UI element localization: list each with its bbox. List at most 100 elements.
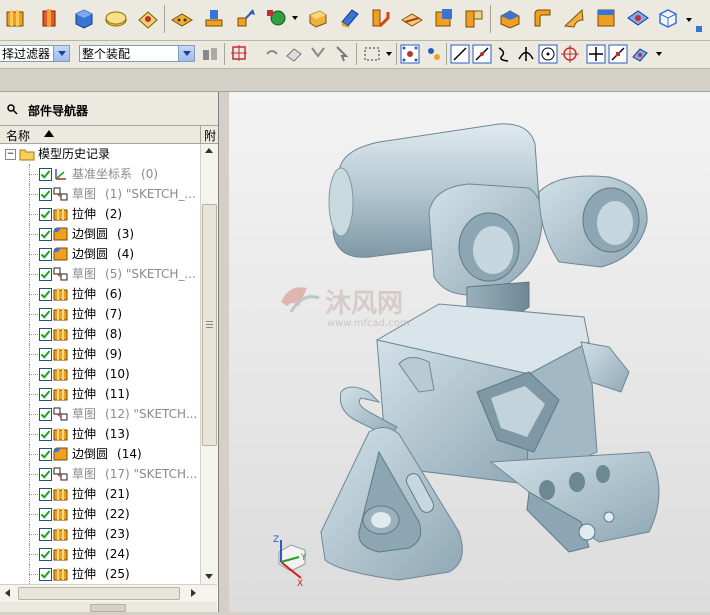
- tree-row[interactable]: 草图 (5) "SKETCH_...: [0, 264, 200, 284]
- scroll-thumb[interactable]: [202, 204, 217, 446]
- tree-root[interactable]: − 模型历史记录: [0, 144, 200, 164]
- visibility-checkbox[interactable]: [39, 528, 52, 541]
- type-filter-select[interactable]: 择过滤器: [0, 45, 70, 62]
- cylinder-icon[interactable]: [38, 6, 62, 30]
- visibility-checkbox[interactable]: [39, 448, 52, 461]
- chamfer-icon[interactable]: [338, 6, 362, 30]
- tree-row[interactable]: 拉伸 (8): [0, 324, 200, 344]
- scroll-down-icon[interactable]: [205, 574, 213, 579]
- visibility-checkbox[interactable]: [39, 288, 52, 301]
- tree-row[interactable]: 草图 (1) "SKETCH_...: [0, 184, 200, 204]
- tree-row[interactable]: 草图 (12) "SKETCH...: [0, 404, 200, 424]
- scroll-up-icon[interactable]: [205, 148, 213, 153]
- visibility-checkbox[interactable]: [39, 168, 52, 181]
- tree-row[interactable]: 拉伸 (9): [0, 344, 200, 364]
- thicken-icon[interactable]: [462, 6, 486, 30]
- box-feature-icon[interactable]: [306, 6, 330, 30]
- tree-row[interactable]: 拉伸 (25): [0, 564, 200, 584]
- tree-row[interactable]: 拉伸 (22): [0, 504, 200, 524]
- visibility-checkbox[interactable]: [39, 568, 52, 581]
- control-point-icon[interactable]: [494, 44, 514, 64]
- tree-row[interactable]: 拉伸 (24): [0, 544, 200, 564]
- scroll-left-icon[interactable]: [5, 589, 10, 597]
- visibility-checkbox[interactable]: [39, 408, 52, 421]
- dropdown-arrow-icon[interactable]: [656, 52, 662, 56]
- horizontal-scrollbar[interactable]: [0, 584, 217, 602]
- tree-row[interactable]: 拉伸 (2): [0, 204, 200, 224]
- point-icon[interactable]: [264, 6, 288, 30]
- shell-icon[interactable]: [368, 6, 392, 30]
- tree-row[interactable]: 拉伸 (13): [0, 424, 200, 444]
- end-point-icon[interactable]: [450, 44, 470, 64]
- tree-row[interactable]: 拉伸 (6): [0, 284, 200, 304]
- visibility-checkbox[interactable]: [39, 508, 52, 521]
- assembly-filter-icon[interactable]: [200, 44, 220, 64]
- dropdown-arrow-icon[interactable]: [386, 52, 392, 56]
- datum-icon[interactable]: [202, 6, 226, 30]
- mid-point-icon[interactable]: [472, 44, 492, 64]
- scroll-right-icon[interactable]: [191, 589, 196, 597]
- visibility-checkbox[interactable]: [39, 428, 52, 441]
- visibility-checkbox[interactable]: [39, 368, 52, 381]
- move-icon[interactable]: [234, 6, 258, 30]
- toolbar-options-icon[interactable]: [696, 26, 702, 32]
- offset-face-icon[interactable]: [626, 6, 650, 30]
- intersection-icon[interactable]: [516, 44, 536, 64]
- swept-icon[interactable]: [594, 6, 618, 30]
- selection-scope-select[interactable]: 整个装配: [79, 45, 195, 62]
- hscroll-thumb[interactable]: [18, 587, 180, 600]
- visibility-checkbox[interactable]: [39, 488, 52, 501]
- blend-icon[interactable]: [530, 6, 554, 30]
- point-on-curve-icon[interactable]: [608, 44, 628, 64]
- tree-row[interactable]: 拉伸 (23): [0, 524, 200, 544]
- visibility-checkbox[interactable]: [39, 348, 52, 361]
- dropdown-arrow-icon[interactable]: [292, 16, 298, 20]
- tree-row[interactable]: 边倒圆 (4): [0, 244, 200, 264]
- snap-multi-icon[interactable]: [424, 44, 444, 64]
- visibility-checkbox[interactable]: [39, 248, 52, 261]
- filter-arrow-icon[interactable]: [308, 44, 328, 64]
- visibility-checkbox[interactable]: [39, 388, 52, 401]
- view-cube-icon[interactable]: [656, 6, 680, 30]
- chevron-down-icon[interactable]: [53, 46, 69, 61]
- point-on-face-icon[interactable]: [630, 44, 650, 64]
- face-blend-icon[interactable]: [562, 6, 586, 30]
- quadrant-icon[interactable]: [560, 44, 580, 64]
- vertical-scrollbar[interactable]: [200, 144, 218, 584]
- block-icon[interactable]: [4, 6, 28, 30]
- undo-select-icon[interactable]: [262, 44, 282, 64]
- visibility-checkbox[interactable]: [39, 548, 52, 561]
- tree-row[interactable]: 边倒圆 (14): [0, 444, 200, 464]
- visibility-checkbox[interactable]: [39, 268, 52, 281]
- dropdown-arrow-icon[interactable]: [686, 18, 692, 22]
- selection-arrow-icon[interactable]: [332, 44, 352, 64]
- eraser-icon[interactable]: [284, 44, 304, 64]
- rectangle-select-icon[interactable]: [362, 44, 382, 64]
- unite-icon[interactable]: [498, 6, 522, 30]
- sort-ascending-icon[interactable]: [44, 130, 54, 137]
- column-name[interactable]: 名称: [6, 127, 30, 144]
- collapse-icon[interactable]: −: [5, 149, 16, 160]
- visibility-checkbox[interactable]: [39, 188, 52, 201]
- chevron-down-icon[interactable]: [178, 46, 194, 61]
- disk-icon[interactable]: [104, 6, 128, 30]
- tree-row[interactable]: 拉伸 (11): [0, 384, 200, 404]
- trim-body-icon[interactable]: [432, 6, 456, 30]
- graphics-window[interactable]: 沐风网 www.mfcad.com Z Y X: [229, 92, 710, 612]
- cube-icon[interactable]: [72, 6, 96, 30]
- snap-point-icon[interactable]: [230, 44, 250, 64]
- robot-model-view[interactable]: 沐风网 www.mfcad.com Z Y X: [229, 92, 710, 612]
- visibility-checkbox[interactable]: [39, 228, 52, 241]
- snap-enable-icon[interactable]: [400, 44, 420, 64]
- visibility-checkbox[interactable]: [39, 328, 52, 341]
- tree-row[interactable]: 拉伸 (21): [0, 484, 200, 504]
- tree-row[interactable]: 基准坐标系 (0): [0, 164, 200, 184]
- tree-row[interactable]: 草图 (17) "SKETCH...: [0, 464, 200, 484]
- existing-point-icon[interactable]: [586, 44, 606, 64]
- tree-row[interactable]: 拉伸 (10): [0, 364, 200, 384]
- visibility-checkbox[interactable]: [39, 308, 52, 321]
- tree-row[interactable]: 边倒圆 (3): [0, 224, 200, 244]
- tree-row[interactable]: 拉伸 (7): [0, 304, 200, 324]
- pattern-icon[interactable]: [136, 6, 160, 30]
- arc-center-icon[interactable]: [538, 44, 558, 64]
